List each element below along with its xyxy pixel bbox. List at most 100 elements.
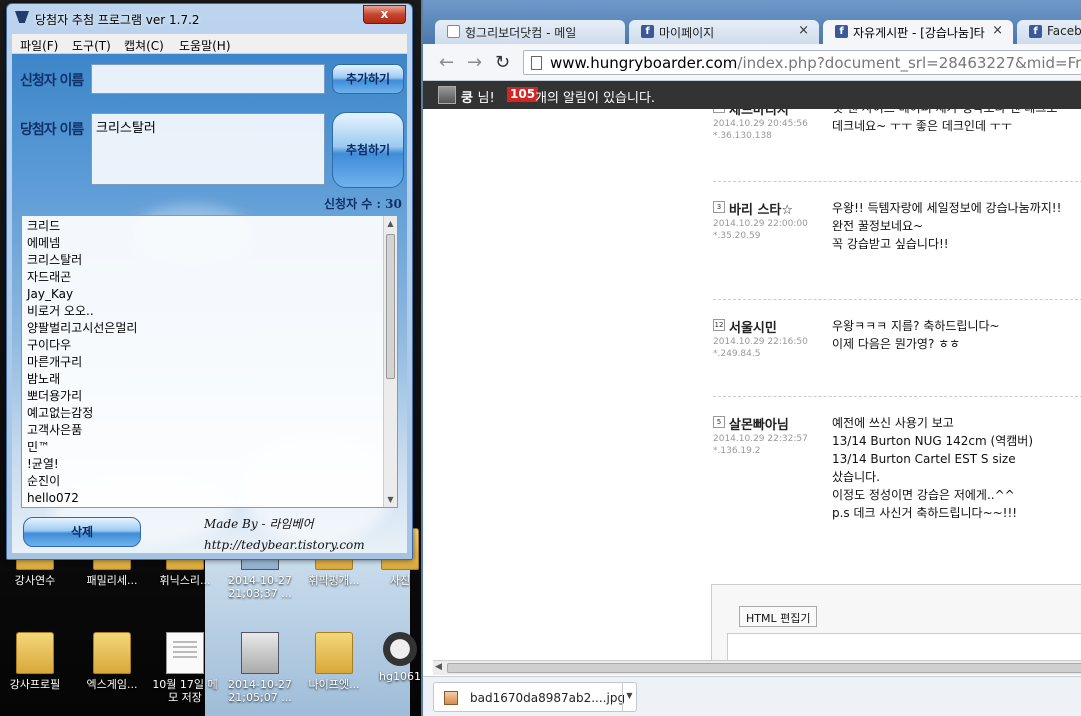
app-logo-icon bbox=[15, 11, 29, 23]
scroll-up-icon[interactable]: ▲ bbox=[386, 219, 395, 228]
comment-textarea[interactable] bbox=[727, 633, 1081, 660]
avatar[interactable] bbox=[438, 86, 456, 104]
window-title: 당첨자 추첨 프로그램 ver 1.7.2 bbox=[35, 13, 200, 27]
download-item[interactable]: bad1670da8987ab2....jpg ▼ bbox=[433, 682, 637, 712]
desktop-icon[interactable]: 강사프로필 bbox=[0, 632, 70, 691]
tab-free-board[interactable]: f 자유게시판 - [강습나눔]타 × bbox=[823, 20, 1013, 44]
desktop-icon-label: 휘팍평개... bbox=[308, 574, 360, 587]
comment-author[interactable]: 5제드마티지 bbox=[713, 109, 789, 118]
comment-line: p.s 데크 사신거 축하드립니다~~!!! bbox=[832, 506, 1018, 520]
list-item[interactable]: 비로거 오오.. bbox=[27, 303, 379, 320]
list-item[interactable]: 순진이 bbox=[27, 473, 379, 490]
level-badge-icon: 5 bbox=[713, 416, 725, 428]
comment-line: 13/14 Burton NUG 142cm (역캠버) bbox=[832, 434, 1033, 448]
scroll-down-icon[interactable]: ▼ bbox=[386, 495, 395, 504]
list-item[interactable]: 민™ bbox=[27, 439, 379, 456]
forward-icon[interactable]: → bbox=[467, 52, 482, 73]
comment-body: 우왕!! 득템자랑에 세일정보에 강습나눔까지!! 완전 꿀정보네요~ 꼭 강습받고… bbox=[832, 199, 1061, 253]
desktop-icon-label: 나이프엣... bbox=[308, 678, 360, 691]
comment-ip: *.36.130.138 bbox=[713, 131, 772, 141]
list-item[interactable]: Jay_Kay bbox=[27, 286, 379, 303]
title-bar[interactable]: 당첨자 추첨 프로그램 ver 1.7.2 x bbox=[7, 4, 412, 31]
comment-date: 2014.10.29 20:45:56 bbox=[713, 119, 808, 129]
list-item[interactable]: 크리드 bbox=[27, 218, 379, 235]
close-button[interactable]: x bbox=[363, 5, 406, 24]
comment-editor: HTML 편집기 bbox=[711, 584, 1081, 660]
chevron-down-icon[interactable]: ▼ bbox=[622, 683, 636, 711]
level-badge-icon: 3 bbox=[713, 201, 725, 213]
close-tab-icon[interactable]: × bbox=[798, 23, 809, 38]
folder-icon bbox=[315, 632, 353, 674]
menu-file[interactable]: 파일(F) bbox=[20, 37, 58, 54]
tab-mypage[interactable]: f 마이페이지 × bbox=[629, 20, 819, 44]
desktop-icon[interactable]: 2014-10-27 21;05;07 ... bbox=[225, 632, 295, 704]
comment-list: 5제드마티지2014.10.29 20:45:56 *.36.130.138 첫 챈… bbox=[423, 109, 1081, 660]
comment-line: 예전에 쓰신 사용기 보고 bbox=[832, 416, 954, 430]
tab-facebook[interactable]: f Facebook bbox=[1017, 20, 1081, 44]
notification-text[interactable]: 개의 알림이 있습니다. bbox=[535, 87, 655, 106]
comment-line: 첫 챈 사이즈 베이퍼 제가 생각보다 덴 데크로 bbox=[832, 109, 1057, 117]
menu-capture[interactable]: 캡쳐(C) bbox=[124, 37, 164, 54]
applicant-name-input[interactable] bbox=[91, 64, 325, 94]
desktop-icon[interactable]: 엑스게임... bbox=[77, 632, 147, 691]
list-item[interactable]: hello072 bbox=[27, 490, 379, 507]
comment-author[interactable]: 3 바리 스타☆ bbox=[713, 199, 793, 218]
facebook-icon: f bbox=[1029, 25, 1042, 38]
comment-divider bbox=[713, 181, 1081, 182]
image-icon bbox=[241, 632, 279, 674]
url-domain: www.hungryboarder.com bbox=[550, 54, 738, 72]
list-item[interactable]: 크리스탈러 bbox=[27, 252, 379, 269]
comment-author[interactable]: 12 서울시민 bbox=[713, 317, 777, 336]
desktop-icon[interactable]: 10월 17일 메모 저장 bbox=[150, 632, 220, 704]
list-item[interactable]: 뽀더용가리 bbox=[27, 388, 379, 405]
list-item[interactable]: 양팔벌리고시선은멀리 bbox=[27, 320, 379, 337]
list-item[interactable]: !균열! bbox=[27, 456, 379, 473]
desktop-icon[interactable]: 나이프엣... bbox=[299, 632, 369, 691]
winner-name-field[interactable]: 크리스탈러 bbox=[91, 113, 325, 185]
menu-help[interactable]: 도움말(H) bbox=[179, 37, 231, 54]
winner-draw-window: 당첨자 추첨 프로그램 ver 1.7.2 x 파일(F) 도구(T) 캡쳐(C… bbox=[6, 3, 413, 560]
menu-tools[interactable]: 도구(T) bbox=[72, 37, 111, 54]
tab-strip: 헝그리보더닷컴 - 메일 f 마이페이지 × f 자유게시판 - [강습나눔]타… bbox=[423, 0, 1081, 44]
reload-icon[interactable]: ↻ bbox=[495, 52, 510, 73]
comment-line: 이제 다음은 뭔가영? ㅎㅎ bbox=[832, 337, 961, 351]
list-item[interactable]: 마른개구리 bbox=[27, 354, 379, 371]
close-tab-icon[interactable]: × bbox=[992, 23, 1003, 38]
comment-date: 2014.10.29 22:32:57 bbox=[713, 434, 808, 444]
address-bar[interactable]: www.hungryboarder.com/index.php?document… bbox=[523, 50, 1081, 75]
credit-author: Made By - 라임베어 bbox=[204, 517, 314, 531]
comment-author[interactable]: 5 살몬빠아님 bbox=[713, 414, 789, 433]
delete-button[interactable]: 삭제 bbox=[23, 517, 141, 547]
horizontal-scroll-thumb[interactable] bbox=[447, 663, 1081, 673]
applicant-list[interactable]: 크리드 에메넴 크리스탈러 자드래곤 Jay_Kay 비로거 오오.. 양팔벌리고시선은멀리… bbox=[21, 215, 398, 508]
notification-count-badge[interactable]: 105 bbox=[507, 87, 539, 102]
download-bar: bad1670da8987ab2....jpg ▼ bbox=[423, 676, 1081, 716]
draw-button[interactable]: 추첨하기 bbox=[332, 112, 404, 188]
download-filename: bad1670da8987ab2....jpg bbox=[470, 691, 626, 705]
scroll-left-icon[interactable]: ◀ bbox=[435, 662, 442, 672]
notification-bar: 쿵 님! 105 개의 알림이 있습니다. bbox=[423, 81, 1081, 109]
html-editor-button[interactable]: HTML 편집기 bbox=[739, 606, 818, 627]
list-item[interactable]: 밤노래 bbox=[27, 371, 379, 388]
facebook-icon: f bbox=[835, 25, 848, 38]
comment-ip: *.35.20.59 bbox=[713, 231, 761, 241]
comment-line: 우왕!! 득템자랑에 세일정보에 강습나눔까지!! bbox=[832, 201, 1062, 215]
desktop-icon-label: 10월 17일 메모 저장 bbox=[152, 678, 218, 704]
list-scrollbar[interactable]: ▲ ▼ bbox=[383, 216, 397, 507]
app-client-area: 신청자 이름 추가하기 당첨자 이름 크리스탈러 추첨하기 신청자 수 : 30… bbox=[12, 54, 407, 553]
horizontal-scrollbar[interactable]: ◀ bbox=[433, 660, 1081, 675]
tab-hungryboarder-mail[interactable]: 헝그리보더닷컴 - 메일 bbox=[435, 20, 625, 44]
list-item[interactable]: 에메넴 bbox=[27, 235, 379, 252]
list-item[interactable]: 자드래곤 bbox=[27, 269, 379, 286]
comment-body: 우왕ㅋㅋㅋ 지름? 축하드립니다~ 이제 다음은 뭔가영? ㅎㅎ bbox=[832, 317, 1000, 353]
scroll-thumb[interactable] bbox=[386, 234, 395, 379]
desktop-icon-label: 엑스게임... bbox=[86, 678, 138, 691]
back-icon[interactable]: ← bbox=[439, 52, 454, 73]
list-item[interactable]: 고객사은품 bbox=[27, 422, 379, 439]
notify-username: 쿵 님! bbox=[461, 91, 495, 106]
list-item[interactable]: 구이다우 bbox=[27, 337, 379, 354]
winner-name-label: 당첨자 이름 bbox=[20, 122, 84, 138]
add-button[interactable]: 추가하기 bbox=[332, 64, 404, 94]
credit-url: http://tedybear.tistory.com bbox=[204, 538, 365, 552]
list-item[interactable]: 예고없는감정 bbox=[27, 405, 379, 422]
